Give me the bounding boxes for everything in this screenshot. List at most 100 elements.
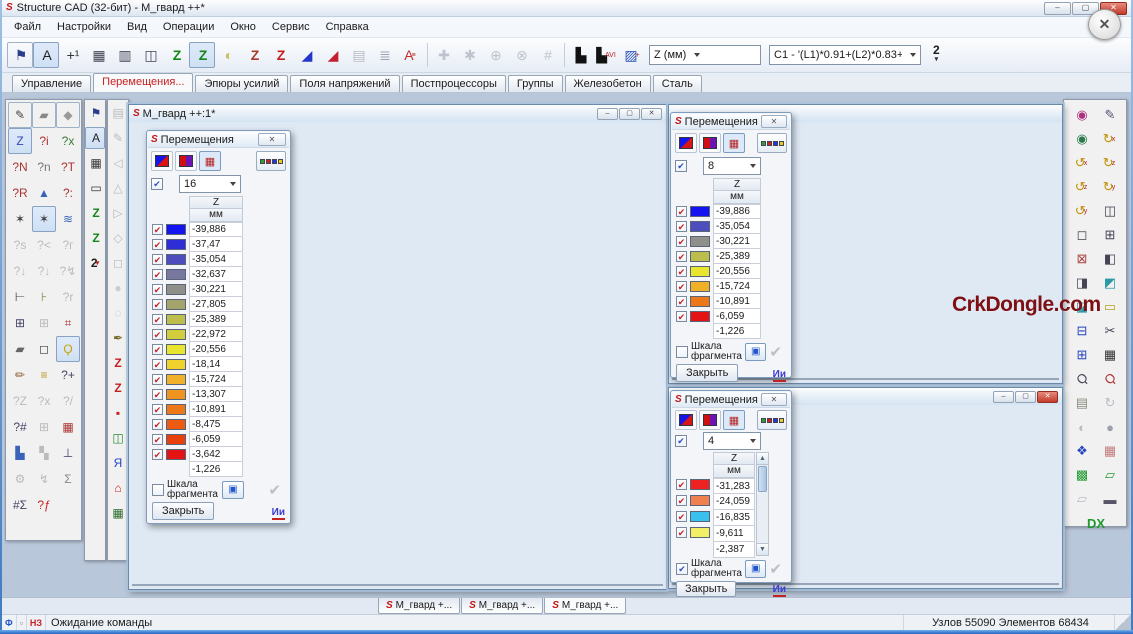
level-checkbox[interactable]: ✔ [152, 449, 163, 460]
print-icon[interactable]: ▤ [1067, 391, 1095, 415]
puzzle-icon[interactable]: ▚ [32, 440, 56, 466]
minimize-button[interactable]: – [1044, 2, 1071, 15]
model-db-icon[interactable]: Ф [2, 615, 17, 630]
level-checkbox[interactable]: ✔ [676, 479, 687, 490]
level-checkbox[interactable]: ✔ [152, 299, 163, 310]
fence-icon[interactable]: ▦ [85, 152, 105, 174]
query-angle-icon[interactable]: ?< [32, 232, 56, 258]
level-checkbox[interactable]: ✔ [152, 314, 163, 325]
export-green-icon[interactable]: ▱ [1095, 463, 1123, 487]
grid-green2-icon[interactable]: ▩ [1067, 463, 1095, 487]
mode-freq-icon[interactable]: # [534, 42, 560, 68]
minimize-button[interactable]: – [993, 391, 1014, 403]
proj-plus-icon[interactable]: ⊞ [1095, 223, 1123, 247]
view-eye-icon[interactable]: ◉ [1067, 127, 1095, 151]
proj-cyan-icon[interactable]: ◩ [1095, 271, 1123, 295]
grid-dim-icon[interactable]: ⊞ [32, 310, 56, 336]
diamond-dim-icon[interactable]: ◇ [108, 227, 128, 249]
level-checkbox[interactable]: ✔ [152, 329, 163, 340]
maximize-button[interactable]: ▢ [1015, 391, 1036, 403]
sphere-dim2-icon[interactable]: ◐ [1067, 415, 1095, 439]
arrow-dim-icon[interactable]: ◁ [108, 152, 128, 174]
query-bolt-icon[interactable]: ?↯ [56, 258, 80, 284]
scale-count-button[interactable]: 2▾ [85, 252, 105, 274]
fragment-scale-checkbox[interactable] [152, 484, 164, 496]
document-tab[interactable]: SМ_гвард +... [544, 598, 626, 614]
apply-check-icon[interactable]: ✔ [268, 481, 285, 499]
fragment-preview-button[interactable]: ▣ [222, 481, 244, 499]
level-checkbox[interactable]: ✔ [676, 266, 687, 277]
apply-check-icon[interactable]: ✔ [769, 343, 786, 361]
level-checkbox[interactable]: ✔ [152, 374, 163, 385]
proj-red-icon[interactable]: ⊠ [1067, 247, 1095, 271]
title-bar[interactable]: S Structure CAD (32-бит) - М_гвард ++* –… [2, 0, 1131, 17]
level-checkbox[interactable]: ✔ [676, 495, 687, 506]
rotate-z-neg-icon[interactable]: ↺z [1067, 175, 1095, 199]
level-checkbox[interactable]: ✔ [152, 224, 163, 235]
levels-count-combo[interactable]: 16 [179, 175, 241, 193]
film-icon[interactable]: ▙ [567, 42, 593, 68]
grid-plus-icon[interactable]: ⊞ [8, 310, 32, 336]
isolines-toggle[interactable] [699, 133, 721, 153]
eraser-icon[interactable]: ▰ [32, 102, 56, 128]
level-checkbox[interactable]: ✔ [676, 251, 687, 262]
query-dots-icon[interactable]: ?: [56, 180, 80, 206]
vector-red-icon[interactable]: ◢ [319, 42, 345, 68]
show-scale-checkbox[interactable]: ✔ [675, 435, 687, 447]
query-cut-icon[interactable]: ?s [8, 232, 32, 258]
dialog-close-button[interactable]: ✕ [761, 115, 787, 128]
results-text-icon[interactable]: А [33, 42, 59, 68]
z-green-icon[interactable]: Z [85, 202, 105, 224]
film-avi-icon[interactable]: ▙AVI [593, 42, 619, 68]
level-checkbox[interactable]: ✔ [676, 236, 687, 247]
rotate-x-icon[interactable]: ↻x [1095, 127, 1123, 151]
node-info-icon[interactable]: ?i [32, 128, 56, 154]
pencil-dim-icon[interactable]: ✎ [108, 127, 128, 149]
mode-tab[interactable]: Сталь [653, 75, 702, 92]
level-checkbox[interactable]: ✔ [676, 206, 687, 217]
sphere-icon[interactable]: ● [1095, 415, 1123, 439]
layers-icon[interactable]: ≣ [371, 42, 397, 68]
isofields-toggle[interactable] [675, 133, 697, 153]
prism-icon[interactable]: ◆ [56, 102, 80, 128]
child-title-bar[interactable]: S М_гвард ++:1* – ▢ ✕ [129, 105, 666, 122]
z-displacement-icon[interactable]: Z [163, 42, 189, 68]
level-checkbox[interactable]: ✔ [152, 239, 163, 250]
levels-count-combo[interactable]: 8 [703, 157, 761, 175]
layers-yellow-icon[interactable]: ≡ [32, 362, 56, 388]
table-toggle[interactable]: ▦ [723, 410, 745, 430]
dialog-close-button[interactable]: ✕ [761, 393, 787, 406]
menu-item[interactable]: Окно [222, 18, 264, 36]
rotate-y-neg-icon[interactable]: ↺y [1067, 199, 1095, 223]
ruler-icon[interactable]: ▬ [1095, 487, 1123, 511]
grid-red-icon[interactable]: ⌗ [56, 310, 80, 336]
proj-right-icon[interactable]: ◨ [1067, 271, 1095, 295]
level-checkbox[interactable]: ✔ [676, 511, 687, 522]
level-checkbox[interactable]: ✔ [676, 221, 687, 232]
brush-icon[interactable]: ✏ [8, 362, 32, 388]
level-checkbox[interactable]: ✔ [152, 404, 163, 415]
menu-item[interactable]: Настройки [49, 18, 119, 36]
level-checkbox[interactable]: ✔ [676, 527, 687, 538]
grid-icon[interactable]: ▦ [85, 42, 111, 68]
node-add-icon[interactable]: ⊢ [8, 284, 32, 310]
deform-anim-icon[interactable]: ✱ [456, 42, 482, 68]
scheme-grid-icon[interactable]: ◫ [137, 42, 163, 68]
dialog-title-bar[interactable]: S Перемещения ✕ [148, 132, 289, 148]
scroll-down-icon[interactable]: ▼ [757, 543, 768, 555]
document-tab[interactable]: SМ_гвард +... [378, 598, 460, 614]
select-pointer-icon[interactable]: ⚑ [7, 42, 33, 68]
scroll-thumb[interactable] [758, 466, 767, 492]
node-numbers-icon[interactable]: +¹ [59, 42, 85, 68]
pp-grid-icon[interactable]: ⊟ [1067, 319, 1095, 343]
rotate-dim-icon[interactable]: ↻ [1095, 391, 1123, 415]
query-t-icon[interactable]: ?T [56, 154, 80, 180]
query-drop-icon[interactable]: ?↓ [32, 258, 56, 284]
isofields-icon[interactable]: Z [241, 42, 267, 68]
z-displacement-active-icon[interactable]: Z [189, 42, 215, 68]
z-green-2-icon[interactable]: Z [85, 227, 105, 249]
save-view-icon[interactable]: ▨+ [619, 42, 645, 68]
z-red2-icon[interactable]: Z [108, 377, 128, 399]
table-toggle[interactable]: ▦ [723, 133, 745, 153]
load-case-combo[interactable]: C1 - '(L1)*0.91+(L2)*0.83+ [769, 45, 921, 65]
